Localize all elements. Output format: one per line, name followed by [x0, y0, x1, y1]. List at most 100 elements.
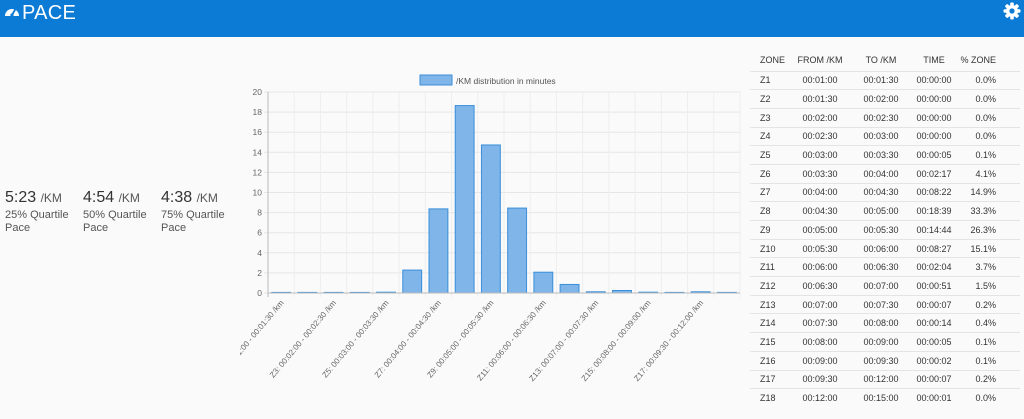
table-cell: 00:02:30	[854, 107, 908, 128]
table-cell: 00:02:17	[908, 163, 960, 184]
column-header: FROM /KM	[797, 54, 843, 65]
table-row: Z2 00:01:30 00:02:00 00:00:00 0.0%	[750, 89, 1020, 109]
bar[interactable]	[533, 271, 554, 294]
quartile-50: 4:54 /KM 50% Quartile Pace	[83, 189, 163, 235]
table-cell: 00:00:00	[908, 89, 960, 109]
table-cell: 00:02:00	[786, 107, 854, 128]
table-row: Z5 00:03:00 00:03:30 00:00:05 0.1%	[750, 145, 1020, 165]
table-row: Z12 00:06:30 00:07:00 00:00:51 1.5%	[750, 276, 1020, 296]
bar[interactable]	[454, 105, 475, 294]
table-cell: Z9	[750, 220, 786, 240]
table-cell: Z8	[750, 201, 786, 221]
pace-quartiles: 5:23 /KM 25% Quartile Pace 4:54 /KM 50% Q…	[5, 189, 245, 249]
legend-label: /KM distribution in minutes	[456, 76, 556, 86]
table-cell: 00:08:27	[908, 238, 960, 258]
y-tick-label: 6	[257, 228, 262, 238]
quartile-unit: /KM	[118, 191, 140, 205]
table-cell: 00:08:22	[908, 182, 960, 202]
table-cell: 00:03:30	[854, 145, 908, 165]
table-cell: 00:00:00	[908, 107, 960, 128]
table-cell: 0.0%	[960, 126, 1020, 146]
column-header: TIME	[923, 54, 945, 65]
y-tick-label: 0	[257, 288, 262, 298]
bar[interactable]	[559, 283, 580, 294]
table-cell: 00:03:30	[786, 163, 854, 184]
column-header: TO /KM	[865, 54, 897, 65]
table-cell: 0.0%	[960, 388, 1020, 408]
quartile-value: 5:23	[5, 189, 37, 206]
table-cell: Z14	[750, 313, 786, 333]
table-row: Z13 00:07:00 00:07:30 00:00:07 0.2%	[750, 294, 1020, 314]
table-cell: Z13	[750, 294, 786, 314]
table-cell: 00:12:00	[854, 369, 908, 389]
table-row: Z16 00:09:00 00:09:30 00:00:02 0.1%	[750, 350, 1020, 370]
table-cell: 0.2%	[960, 294, 1020, 314]
quartile-value: 4:38	[161, 189, 193, 206]
table-row: Z6 00:03:30 00:04:00 00:02:17 4.1%	[750, 163, 1020, 184]
table-cell: 00:12:00	[786, 388, 854, 408]
table-cell: Z10	[750, 238, 786, 258]
table-row: Z11 00:06:00 00:06:30 00:02:04 3.7%	[750, 257, 1020, 277]
bar[interactable]	[402, 269, 423, 294]
table-cell: 00:00:07	[908, 294, 960, 314]
table-cell: 0.4%	[960, 313, 1020, 333]
pace-distribution-chart: /KM distribution in minutes 0 2 4 6 8 10 12 14 16…	[240, 70, 750, 415]
table-row: Z7 00:04:00 00:04:30 00:08:22 14.9%	[750, 182, 1020, 202]
dashboard-gauge-icon	[5, 8, 19, 17]
bar[interactable]	[507, 207, 528, 294]
table-cell: 00:00:01	[908, 388, 960, 408]
column-header: ZONE	[760, 54, 786, 65]
table-row: Z18 00:12:00 00:15:00 00:00:01 0.0%	[750, 388, 1020, 408]
table-cell: 0.1%	[960, 145, 1020, 165]
table-cell: 33.3%	[960, 201, 1020, 221]
table-cell: 3.7%	[960, 257, 1020, 277]
table-cell: 15.1%	[960, 238, 1020, 258]
table-cell: 26.3%	[960, 220, 1020, 240]
table-cell: 00:01:30	[786, 89, 854, 109]
table-cell: Z6	[750, 163, 786, 184]
table-cell: 00:06:00	[786, 257, 854, 277]
zone-table: ZONE FROM /KM TO /KM TIME% ZONE Z1 00:01:00 0…	[750, 49, 1020, 408]
bar[interactable]	[480, 144, 501, 294]
table-cell: 00:02:04	[908, 257, 960, 277]
table-cell: Z15	[750, 332, 786, 352]
table-cell: Z11	[750, 257, 786, 277]
table-cell: 00:09:00	[854, 332, 908, 352]
table-cell: 00:04:30	[854, 182, 908, 202]
table-cell: 00:00:02	[908, 350, 960, 370]
table-cell: 00:05:00	[786, 220, 854, 240]
table-row: Z10 00:05:30 00:06:00 00:08:27 15.1%	[750, 238, 1020, 258]
table-cell: 0.0%	[960, 89, 1020, 109]
table-cell: 00:02:30	[786, 126, 854, 146]
table-row: Z8 00:04:30 00:05:00 00:18:39 33.3%	[750, 201, 1020, 221]
gear-icon[interactable]	[1003, 2, 1021, 20]
bar-chart: /KM distribution in minutes 0 2 4 6 8 10 12 14 16…	[240, 74, 741, 383]
table-cell: 0.1%	[960, 350, 1020, 370]
table-row: Z3 00:02:00 00:02:30 00:00:00 0.0%	[750, 107, 1020, 128]
table-cell: 00:07:00	[786, 294, 854, 314]
y-tick-label: 20	[253, 87, 263, 97]
quartile-unit: /KM	[40, 191, 62, 205]
table-cell: 0.0%	[960, 70, 1020, 90]
table-cell: 00:08:00	[786, 332, 854, 352]
table-cell: Z17	[750, 369, 786, 389]
table-cell: Z2	[750, 89, 786, 109]
table-cell: 0.0%	[960, 107, 1020, 128]
table-cell: 00:05:30	[854, 220, 908, 240]
legend-swatch	[419, 74, 453, 86]
bar[interactable]	[428, 208, 449, 294]
table-cell: 00:05:30	[786, 238, 854, 258]
y-tick-label: 14	[253, 147, 263, 157]
table-cell: 14.9%	[960, 182, 1020, 202]
table-cell: 00:07:30	[786, 313, 854, 333]
column-header: % ZONE	[960, 54, 996, 65]
table-cell: Z7	[750, 182, 786, 202]
quartile-value: 4:54	[83, 189, 115, 206]
y-tick-label: 12	[253, 167, 263, 177]
table-row: Z14 00:07:30 00:08:00 00:00:14 0.4%	[750, 313, 1020, 333]
table-row: Z17 00:09:30 00:12:00 00:00:07 0.2%	[750, 369, 1020, 389]
table-cell: 00:18:39	[908, 201, 960, 221]
y-tick-label: 18	[253, 107, 263, 117]
table-cell: Z18	[750, 388, 786, 408]
table-cell: 00:09:00	[786, 350, 854, 370]
